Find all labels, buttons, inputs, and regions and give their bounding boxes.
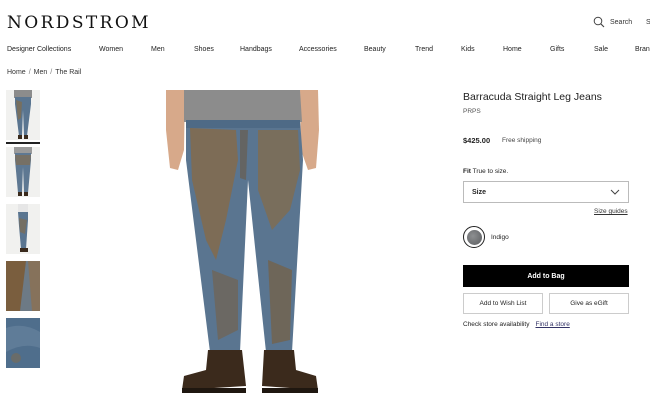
store-availability: Check store availability Find a store	[463, 321, 570, 328]
search-button[interactable]: Search	[593, 16, 632, 28]
nav-gifts[interactable]: Gifts	[550, 46, 564, 53]
nav-men[interactable]: Men	[151, 46, 165, 53]
thumbnail-selected-indicator	[6, 142, 40, 144]
nav-home[interactable]: Home	[503, 46, 522, 53]
swatch-fill	[466, 229, 482, 245]
breadcrumb-separator: /	[28, 69, 31, 76]
nav-brands[interactable]: Bran	[635, 46, 650, 53]
color-swatch-indigo[interactable]	[463, 226, 485, 248]
add-to-wish-list-button[interactable]: Add to Wish List	[463, 293, 543, 314]
breadcrumb-home[interactable]: Home	[7, 69, 26, 76]
nav-trend[interactable]: Trend	[415, 46, 433, 53]
fit-label: Fit	[463, 168, 471, 175]
breadcrumb-men[interactable]: Men	[34, 69, 48, 76]
header-cut-off-link[interactable]: S	[646, 19, 650, 26]
nav-accessories[interactable]: Accessories	[299, 46, 337, 53]
shipping-info: Free shipping	[502, 137, 542, 144]
thumbnail-side[interactable]	[6, 204, 40, 254]
nav-beauty[interactable]: Beauty	[364, 46, 386, 53]
nav-shoes[interactable]: Shoes	[194, 46, 214, 53]
nav-handbags[interactable]: Handbags	[240, 46, 272, 53]
product-image[interactable]	[140, 90, 365, 405]
thumbnail-back[interactable]	[6, 147, 40, 197]
breadcrumb: Home / Men / The Rail	[7, 69, 81, 76]
find-store-link[interactable]: Find a store	[535, 321, 569, 328]
give-as-egift-button[interactable]: Give as eGift	[549, 293, 629, 314]
product-brand[interactable]: PRPS	[463, 108, 481, 115]
thumbnail-detail-mud[interactable]	[6, 261, 40, 311]
add-to-bag-button[interactable]: Add to Bag	[463, 265, 629, 287]
breadcrumb-the-rail[interactable]: The Rail	[55, 69, 81, 76]
thumbnail-detail-fabric[interactable]	[6, 318, 40, 368]
nav-designer-collections[interactable]: Designer Collections	[7, 46, 71, 53]
nordstrom-logo[interactable]: NORDSTROM	[7, 13, 151, 33]
thumbnail-front[interactable]	[6, 90, 40, 140]
product-title: Barracuda Straight Leg Jeans	[463, 91, 602, 103]
size-guides-link[interactable]: Size guides	[594, 208, 628, 215]
store-availability-label: Check store availability	[463, 321, 530, 328]
color-name: Indigo	[491, 234, 509, 241]
nav-sale[interactable]: Sale	[594, 46, 608, 53]
main-nav: Designer Collections Women Men Shoes Han…	[0, 46, 650, 58]
product-price: $425.00	[463, 136, 491, 145]
nav-women[interactable]: Women	[99, 46, 123, 53]
size-label: Size	[472, 188, 487, 196]
search-icon	[593, 16, 605, 28]
search-label: Search	[610, 18, 633, 26]
size-select[interactable]: Size	[463, 181, 629, 203]
breadcrumb-separator: /	[50, 69, 53, 76]
fit-text: True to size.	[472, 168, 509, 175]
fit-info: Fit True to size.	[463, 168, 508, 175]
nav-kids[interactable]: Kids	[461, 46, 475, 53]
chevron-down-icon	[610, 189, 620, 195]
